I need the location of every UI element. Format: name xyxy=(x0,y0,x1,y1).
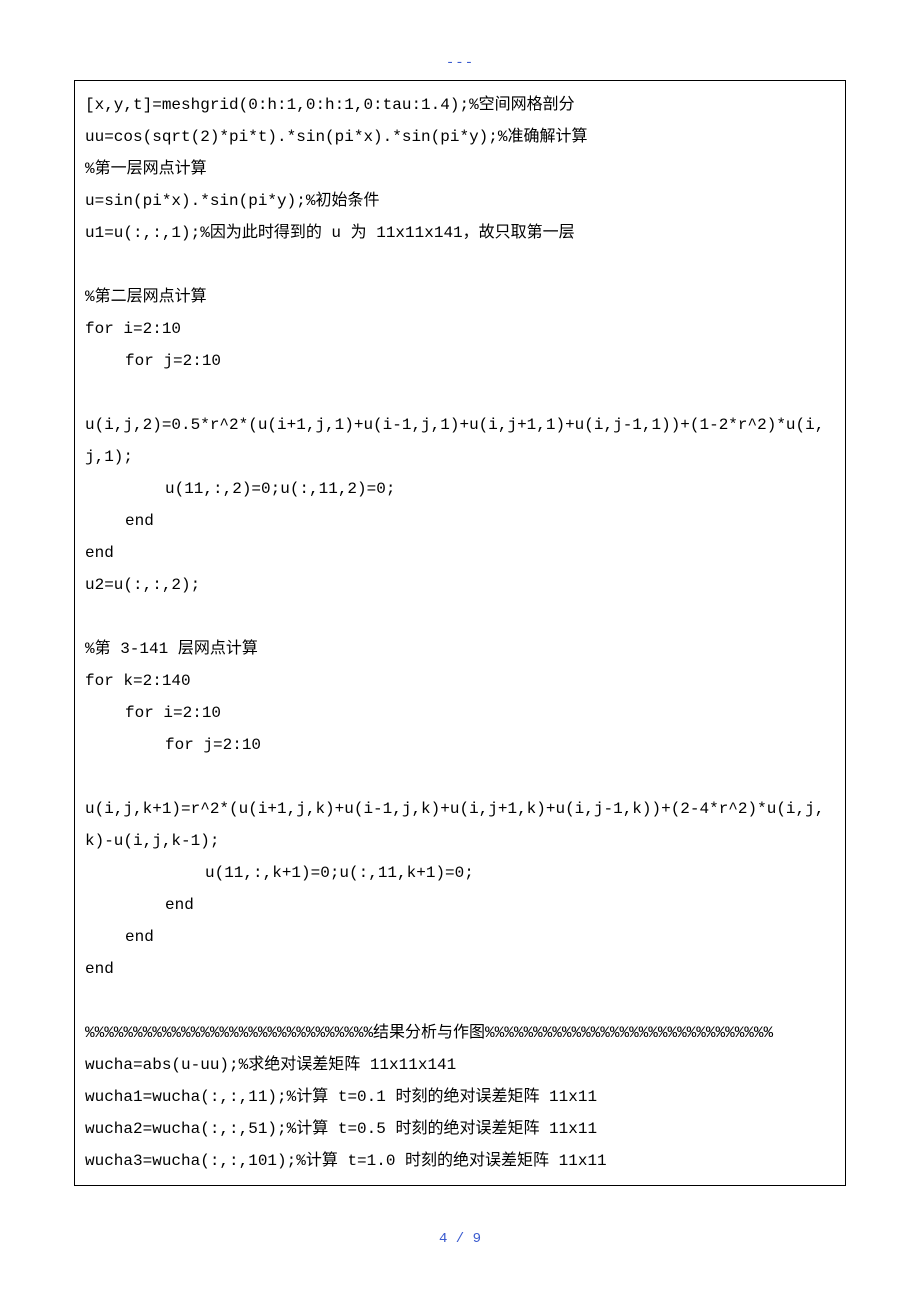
code-line: %第一层网点计算 xyxy=(85,153,835,185)
code-line: for i=2:10 xyxy=(85,697,835,729)
code-line: end xyxy=(85,537,835,569)
code-line: for i=2:10 xyxy=(85,313,835,345)
code-line: end xyxy=(85,921,835,953)
code-line: [x,y,t]=meshgrid(0:h:1,0:h:1,0:tau:1.4);… xyxy=(85,89,835,121)
code-line: wucha1=wucha(:,:,11);%计算 t=0.1 时刻的绝对误差矩阵… xyxy=(85,1081,835,1113)
page-number: 4 / 9 xyxy=(0,1231,920,1247)
code-box: [x,y,t]=meshgrid(0:h:1,0:h:1,0:tau:1.4);… xyxy=(74,80,846,1186)
code-line: u=sin(pi*x).*sin(pi*y);%初始条件 xyxy=(85,185,835,217)
code-line: u1=u(:,:,1);%因为此时得到的 u 为 11x11x141，故只取第一… xyxy=(85,217,835,249)
code-line: uu=cos(sqrt(2)*pi*t).*sin(pi*x).*sin(pi*… xyxy=(85,121,835,153)
code-line xyxy=(85,985,835,1017)
code-line: u(11,:,2)=0;u(:,11,2)=0; xyxy=(85,473,835,505)
code-line: wucha=abs(u-uu);%求绝对误差矩阵 11x11x141 xyxy=(85,1049,835,1081)
code-line: u(i,j,k+1)=r^2*(u(i+1,j,k)+u(i-1,j,k)+u(… xyxy=(85,793,835,857)
code-line: end xyxy=(85,889,835,921)
code-line: u(11,:,k+1)=0;u(:,11,k+1)=0; xyxy=(85,857,835,889)
code-line: u(i,j,2)=0.5*r^2*(u(i+1,j,1)+u(i-1,j,1)+… xyxy=(85,409,835,473)
code-line: wucha2=wucha(:,:,51);%计算 t=0.5 时刻的绝对误差矩阵… xyxy=(85,1113,835,1145)
code-line: wucha3=wucha(:,:,101);%计算 t=1.0 时刻的绝对误差矩… xyxy=(85,1145,835,1177)
code-line xyxy=(85,601,835,633)
code-line: for j=2:10 xyxy=(85,729,835,761)
code-line: u2=u(:,:,2); xyxy=(85,569,835,601)
code-line: %%%%%%%%%%%%%%%%%%%%%%%%%%%%%%结果分析与作图%%%… xyxy=(85,1017,835,1049)
page: --- [x,y,t]=meshgrid(0:h:1,0:h:1,0:tau:1… xyxy=(0,0,920,1302)
code-line: for k=2:140 xyxy=(85,665,835,697)
code-line: %第 3-141 层网点计算 xyxy=(85,633,835,665)
code-line: end xyxy=(85,505,835,537)
code-line: for j=2:10 xyxy=(85,345,835,377)
code-line xyxy=(85,249,835,281)
code-line xyxy=(85,377,835,409)
code-line: %第二层网点计算 xyxy=(85,281,835,313)
code-line: end xyxy=(85,953,835,985)
code-line xyxy=(85,761,835,793)
header-dashes: --- xyxy=(0,55,920,71)
